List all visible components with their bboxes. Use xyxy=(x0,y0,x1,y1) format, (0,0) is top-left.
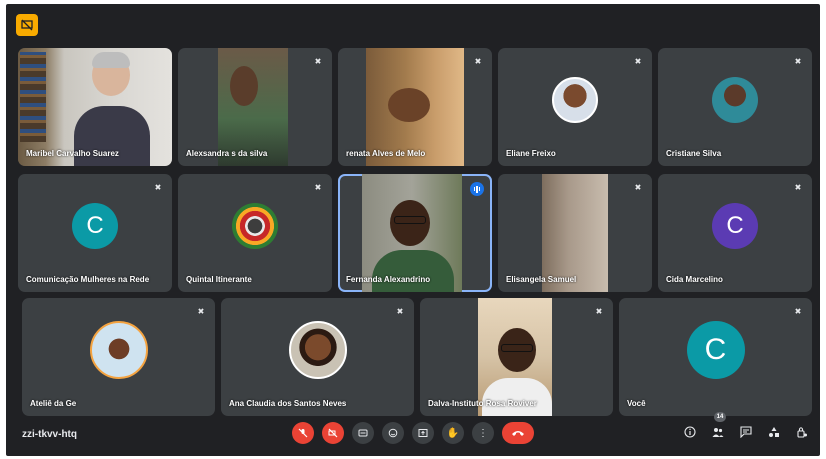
participant-row-1: Maribel Carvalho Suarez ✖ Alexsandra s d… xyxy=(18,48,812,166)
participant-count-badge: 14 xyxy=(714,412,726,422)
participant-tile[interactable]: ✖ Alexsandra s da silva xyxy=(178,48,332,166)
participant-name: Fernanda Alexandrino xyxy=(346,275,431,284)
call-controls-bar: zzi-tkvv-htq ✋ ⋮ 14 xyxy=(6,412,820,456)
mic-off-icon: ✖ xyxy=(396,306,404,316)
participant-name: Cida Marcelino xyxy=(666,275,723,284)
participant-row-2: C ✖ Comunicação Mulheres na Rede ✖ Quint… xyxy=(18,174,812,292)
participant-tile[interactable]: Maribel Carvalho Suarez xyxy=(18,48,172,166)
mic-off-icon[interactable] xyxy=(292,422,314,444)
mic-off-icon: ✖ xyxy=(154,182,162,192)
participant-name: Ana Claudia dos Santos Neves xyxy=(229,399,347,408)
participant-name: Comunicação Mulheres na Rede xyxy=(26,275,150,284)
host-controls-icon[interactable] xyxy=(794,424,810,440)
captions-icon[interactable] xyxy=(352,422,374,444)
participant-name: Cristiane Silva xyxy=(666,149,722,158)
mic-off-icon: ✖ xyxy=(595,306,603,316)
meeting-code: zzi-tkvv-htq xyxy=(22,429,77,440)
participant-name: Eliane Freixo xyxy=(506,149,556,158)
participant-row-3: ✖ Ateliê da Ge ✖ Ana Claudia dos Santos … xyxy=(22,298,812,416)
mic-off-icon: ✖ xyxy=(634,182,642,192)
participant-name: Maribel Carvalho Suarez xyxy=(26,149,119,158)
person-head xyxy=(230,66,258,106)
mic-off-icon: ✖ xyxy=(794,182,802,192)
speaking-indicator-icon xyxy=(470,182,484,196)
participant-avatar: C xyxy=(686,320,745,379)
participant-avatar xyxy=(89,320,148,379)
meet-window: Maribel Carvalho Suarez ✖ Alexsandra s d… xyxy=(6,4,820,456)
participant-avatar xyxy=(232,202,278,249)
participant-tile[interactable]: C ✖ Comunicação Mulheres na Rede xyxy=(18,174,172,292)
participant-avatar: C xyxy=(72,202,118,249)
emoji-icon[interactable] xyxy=(382,422,404,444)
avatar-initial: C xyxy=(726,211,744,239)
camera-off-icon[interactable] xyxy=(322,422,344,444)
participant-tile[interactable]: ✖ Quintal Itinerante xyxy=(178,174,332,292)
participant-name: Alexsandra s da silva xyxy=(186,149,268,158)
screen-share-badge-icon[interactable] xyxy=(16,14,38,36)
person-hair xyxy=(92,52,130,68)
participant-tile[interactable]: C ✖ Cida Marcelino xyxy=(658,174,812,292)
call-controls: ✋ ⋮ xyxy=(292,422,534,444)
chat-icon[interactable] xyxy=(738,424,754,440)
more-options-icon[interactable]: ⋮ xyxy=(472,422,494,444)
mic-off-icon: ✖ xyxy=(197,306,205,316)
participant-tile[interactable]: ✖ Cristiane Silva xyxy=(658,48,812,166)
info-icon[interactable] xyxy=(682,424,698,440)
participant-tile[interactable]: ✖ Elisangela Samuel xyxy=(498,174,652,292)
avatar-initial: C xyxy=(86,211,104,239)
participant-avatar xyxy=(552,76,598,123)
person-body xyxy=(482,378,552,416)
present-icon[interactable] xyxy=(412,422,434,444)
avatar-initial: C xyxy=(704,332,727,366)
mic-off-icon: ✖ xyxy=(314,56,322,66)
mic-off-icon: ✖ xyxy=(474,56,482,66)
bookshelf xyxy=(20,52,46,142)
person-body xyxy=(372,250,454,292)
mic-off-icon: ✖ xyxy=(794,56,802,66)
participant-name: Quintal Itinerante xyxy=(186,275,252,284)
raise-hand-icon[interactable]: ✋ xyxy=(442,422,464,444)
hangup-icon[interactable] xyxy=(502,422,534,444)
participant-name: Ateliê da Ge xyxy=(30,399,77,408)
participant-avatar xyxy=(712,76,758,123)
participant-tile-self[interactable]: C ✖ Você xyxy=(619,298,812,416)
person-head xyxy=(388,88,430,122)
participant-tile[interactable]: ✖ Eliane Freixo xyxy=(498,48,652,166)
participant-tile[interactable]: ✖ renata Alves de Melo xyxy=(338,48,492,166)
mic-off-icon: ✖ xyxy=(794,306,802,316)
participant-avatar: C xyxy=(712,202,758,249)
glasses xyxy=(501,344,533,352)
side-controls: 14 xyxy=(682,412,810,440)
participant-tile-speaking[interactable]: Fernanda Alexandrino xyxy=(338,174,492,292)
glasses xyxy=(394,216,426,224)
participant-avatar xyxy=(288,320,347,379)
participant-tile[interactable]: ✖ Dalva-Instituto Rosa Roviver xyxy=(420,298,613,416)
participant-name: Você xyxy=(627,399,646,408)
people-icon[interactable]: 14 xyxy=(710,412,726,440)
participant-name: Dalva-Instituto Rosa Roviver xyxy=(428,399,537,408)
activities-icon[interactable] xyxy=(766,424,782,440)
mic-off-icon: ✖ xyxy=(634,56,642,66)
participant-name: Elisangela Samuel xyxy=(506,275,577,284)
mic-off-icon: ✖ xyxy=(314,182,322,192)
participant-tile[interactable]: ✖ Ana Claudia dos Santos Neves xyxy=(221,298,414,416)
participant-tile[interactable]: ✖ Ateliê da Ge xyxy=(22,298,215,416)
participant-name: renata Alves de Melo xyxy=(346,149,426,158)
